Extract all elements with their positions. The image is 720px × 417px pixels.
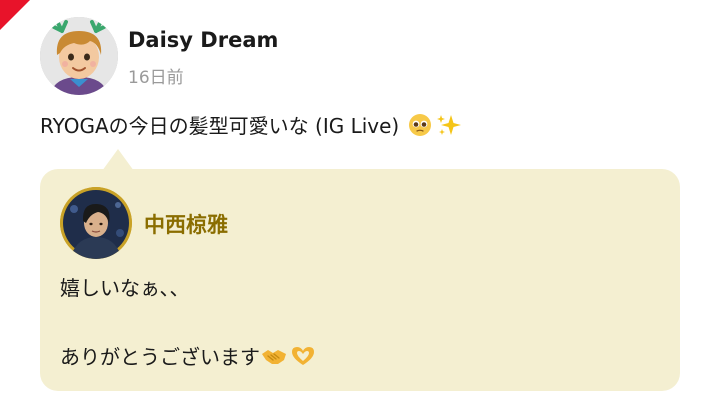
post-author-name[interactable]: Daisy Dream: [128, 28, 278, 52]
post-author-avatar[interactable]: [40, 17, 118, 95]
post-screen: Daisy Dream 16日前 RYOGAの今日の髪型可愛いな (IG Liv…: [0, 0, 720, 417]
corner-flag: [0, 0, 30, 30]
reply-bubble-pointer: [102, 149, 134, 171]
reply-text-2: ありがとうございます: [60, 345, 260, 369]
post-body-text: RYOGAの今日の髪型可愛いな (IG Live): [40, 114, 400, 138]
post-body: RYOGAの今日の髪型可愛いな (IG Live): [40, 110, 463, 139]
reply-text-line-2: ありがとうございます: [60, 341, 318, 370]
reply-bubble: 中西椋雅 嬉しいなぁ､､ ありがとうございます: [40, 169, 680, 391]
post-timestamp: 16日前: [128, 68, 184, 88]
heart-hands-emoji-icon: [292, 346, 314, 365]
handshake-emoji-icon: [262, 349, 286, 364]
cartoon-boy-avatar-icon: [40, 17, 118, 95]
replier-photo-icon: [60, 187, 132, 259]
pleading-face-emoji-icon: [409, 113, 432, 136]
reply-text-line-1: 嬉しいなぁ､､: [60, 272, 180, 301]
reply-text-1: 嬉しいなぁ､､: [60, 276, 180, 300]
replier-avatar[interactable]: [60, 187, 132, 259]
sparkles-emoji-icon: [437, 114, 462, 135]
replier-name[interactable]: 中西椋雅: [144, 209, 228, 239]
